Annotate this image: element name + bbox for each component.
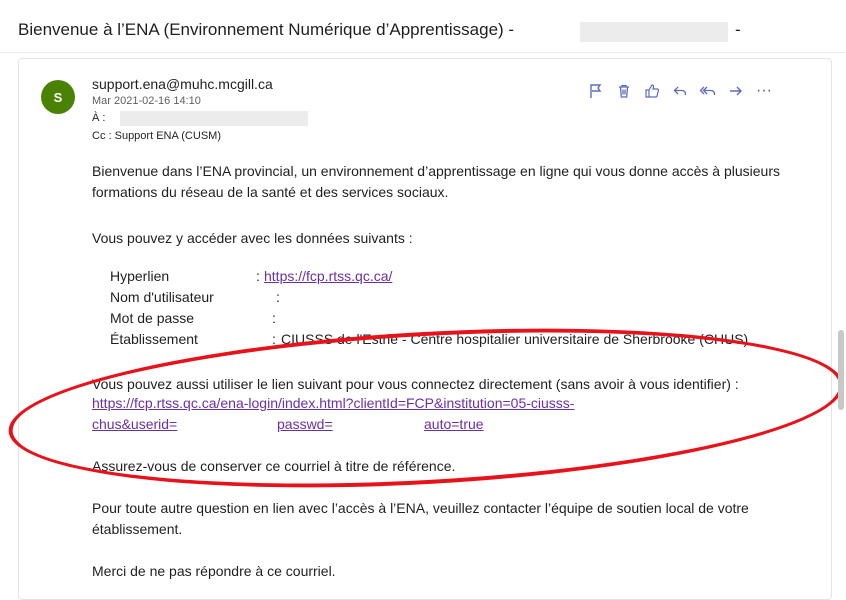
body-paragraph-keep: Assurez-vous de conserver ce courriel à … (92, 458, 456, 474)
body-paragraph-access: Vous pouvez y accéder avec les données s… (92, 230, 413, 246)
forward-icon[interactable] (722, 78, 750, 104)
field-label-hyperlink: Hyperlien (110, 268, 170, 284)
field-sep-establishment: : (272, 331, 276, 347)
body-paragraph-welcome: Bienvenue dans l’ENA provincial, un envi… (92, 163, 780, 200)
email-subject: Bienvenue à l’ENA (Environnement Numériq… (18, 20, 515, 39)
direct-login-link-line1[interactable]: https://fcp.rtss.qc.ca/ena-login/index.h… (92, 395, 574, 411)
body-paragraph-no-reply: Merci de ne pas répondre à ce courriel. (92, 563, 336, 579)
direct-login-link-userid[interactable]: chus&userid= (92, 416, 177, 432)
like-icon[interactable] (638, 78, 666, 104)
reply-icon[interactable] (666, 78, 694, 104)
sender-address[interactable]: support.ena@muhc.mcgill.ca (92, 76, 273, 92)
avatar[interactable]: S (41, 80, 75, 114)
direct-login-link-auto[interactable]: auto=true (424, 416, 484, 432)
cc-line[interactable]: Cc : Support ENA (CUSM) (92, 130, 221, 142)
to-label: À : (92, 112, 106, 124)
field-sep-username: : (276, 289, 280, 305)
email-date: Mar 2021-02-16 14:10 (92, 95, 201, 107)
field-sep-hyperlink: : (256, 268, 260, 284)
field-label-username: Nom d'utilisateur (110, 289, 214, 305)
body-paragraph-contact: Pour toute autre question en lien avec l… (92, 500, 749, 537)
subject-dash: - (735, 20, 741, 39)
field-value-establishment: CIUSSS de l'Estrie - Centre hospitalier … (281, 331, 749, 347)
hyperlink-link[interactable]: https://fcp.rtss.qc.ca/ (264, 268, 392, 284)
flag-icon[interactable] (582, 78, 610, 104)
delete-icon[interactable] (610, 78, 638, 104)
field-label-establishment: Établissement (110, 331, 198, 347)
redacted-subject-part (580, 22, 728, 42)
redacted-recipient (120, 111, 308, 126)
field-label-password: Mot de passe (110, 310, 195, 326)
body-paragraph-direct-link: Vous pouvez aussi utiliser le lien suiva… (92, 376, 739, 392)
subject-bar: Bienvenue à l’ENA (Environnement Numériq… (0, 0, 846, 53)
more-options-icon[interactable]: ··· (750, 78, 778, 104)
reply-all-icon[interactable] (694, 78, 722, 104)
scrollbar[interactable] (838, 330, 844, 410)
message-actions: ··· (582, 78, 778, 104)
direct-login-link-passwd[interactable]: passwd= (277, 416, 333, 432)
field-sep-password: : (272, 310, 276, 326)
